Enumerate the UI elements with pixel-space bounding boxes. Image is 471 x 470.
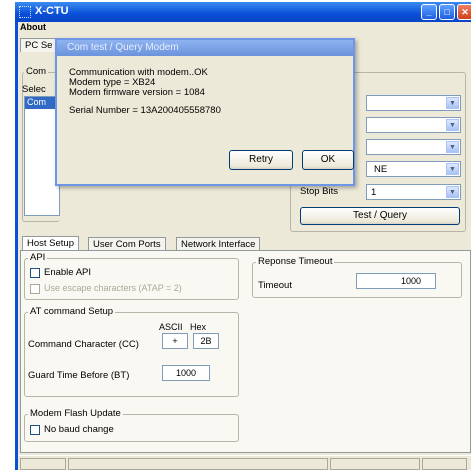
status-panel-2 — [68, 458, 328, 470]
tab-host-setup[interactable]: Host Setup — [22, 236, 79, 250]
chevron-down-icon[interactable]: ▼ — [446, 163, 459, 175]
status-bar — [18, 455, 471, 470]
title-bar: X-CTU _ □ ✕ — [15, 2, 471, 22]
menu-about[interactable]: About — [20, 22, 46, 36]
data-bits-combo[interactable]: ▼ — [366, 139, 461, 155]
at-command-group-label: AT command Setup — [28, 306, 116, 317]
parity-combo[interactable]: NE ▼ — [366, 161, 461, 177]
port-list-item[interactable]: Com — [25, 97, 59, 109]
select-port-label: Selec — [22, 84, 46, 95]
timeout-input[interactable]: 1000 — [356, 273, 436, 289]
tab-user-com-ports[interactable]: User Com Ports — [88, 237, 166, 251]
command-char-ascii-input[interactable]: + — [162, 333, 188, 349]
no-baud-change-label: No baud change — [44, 424, 114, 435]
tab-network-interface[interactable]: Network Interface — [176, 237, 261, 251]
guard-time-label: Guard Time Before (BT) — [28, 370, 130, 381]
window-title: X-CTU — [35, 5, 69, 17]
baud-combo[interactable]: ▼ — [366, 95, 461, 111]
parity-value: NE — [374, 164, 388, 175]
api-group — [24, 258, 239, 300]
timeout-label: Timeout — [258, 280, 292, 291]
ascii-header: ASCII — [159, 322, 183, 332]
dialog-message: Communication with modem..OK Modem type … — [69, 68, 221, 116]
dialog-line-firmware: Modem firmware version = 1084 — [69, 87, 205, 98]
com-test-dialog: Com test / Query Modem Communication wit… — [55, 38, 355, 186]
stop-bits-value: 1 — [371, 187, 377, 198]
enable-api-label: Enable API — [44, 267, 92, 278]
enable-api-checkbox[interactable] — [30, 268, 40, 278]
maximize-button[interactable]: □ — [439, 4, 455, 20]
minimize-button[interactable]: _ — [421, 4, 437, 20]
dialog-title: Com test / Query Modem — [57, 40, 353, 56]
com-group-label: Com — [24, 66, 49, 77]
escape-chars-label: Use escape characters (ATAP = 2) — [44, 283, 182, 293]
status-panel-1 — [20, 458, 66, 470]
test-query-button[interactable]: Test / Query — [300, 207, 460, 225]
chevron-down-icon[interactable]: ▼ — [446, 141, 459, 153]
no-baud-change-checkbox[interactable] — [30, 425, 40, 435]
status-panel-4 — [422, 458, 467, 470]
command-char-hex-input[interactable]: 2B — [193, 333, 219, 349]
tab-pc-settings[interactable]: PC Se — [20, 38, 58, 52]
app-icon — [19, 6, 31, 18]
command-char-label: Command Character (CC) — [28, 339, 139, 350]
chevron-down-icon[interactable]: ▼ — [446, 97, 459, 109]
dialog-line-serial: Serial Number = 13A200405558780 — [69, 105, 221, 116]
flow-control-combo[interactable]: ▼ — [366, 117, 461, 133]
at-command-group — [24, 312, 239, 397]
retry-button[interactable]: Retry — [229, 150, 293, 170]
stop-bits-label: Stop Bits — [300, 186, 339, 197]
response-timeout-group-label: Reponse Timeout — [256, 256, 335, 267]
stop-bits-combo[interactable]: 1 ▼ — [366, 184, 461, 200]
guard-time-input[interactable]: 1000 — [162, 365, 210, 381]
api-group-label: API — [28, 252, 48, 263]
close-button[interactable]: ✕ — [457, 4, 471, 20]
modem-flash-group-label: Modem Flash Update — [28, 408, 123, 419]
chevron-down-icon[interactable]: ▼ — [446, 119, 459, 131]
status-panel-3 — [330, 458, 420, 470]
hex-header: Hex — [190, 322, 207, 332]
chevron-down-icon[interactable]: ▼ — [446, 186, 459, 198]
ok-button[interactable]: OK — [302, 150, 354, 170]
escape-chars-checkbox[interactable] — [30, 284, 40, 294]
